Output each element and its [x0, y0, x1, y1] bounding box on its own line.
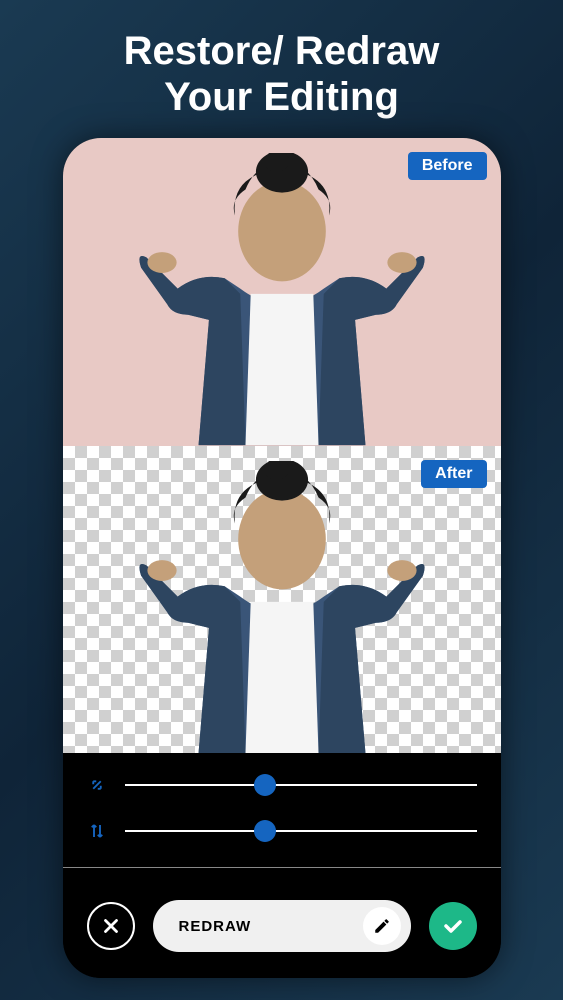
after-image-panel: After	[63, 446, 501, 754]
swap-vertical-icon	[87, 821, 107, 841]
action-bar: REDRAW	[63, 880, 501, 978]
close-icon	[100, 915, 122, 937]
expand-icon	[87, 775, 107, 795]
phone-mockup: Before After	[63, 138, 501, 978]
offset-slider-row	[87, 821, 477, 841]
pencil-icon	[373, 917, 391, 935]
after-badge: After	[421, 460, 486, 488]
headline-line1: Restore/ Redraw	[124, 28, 440, 74]
size-slider-thumb[interactable]	[254, 774, 276, 796]
check-icon	[441, 914, 465, 938]
mode-selector[interactable]: REDRAW	[153, 900, 411, 952]
cancel-button[interactable]	[87, 902, 135, 950]
confirm-button[interactable]	[429, 902, 477, 950]
person-photo-after	[95, 461, 467, 753]
offset-slider-thumb[interactable]	[254, 820, 276, 842]
slider-controls	[63, 753, 501, 880]
before-image-panel: Before	[63, 138, 501, 446]
person-photo-before	[95, 153, 467, 445]
size-slider[interactable]	[125, 784, 477, 786]
edit-icon-wrapper	[363, 907, 401, 945]
size-slider-row	[87, 775, 477, 795]
headline-line2: Your Editing	[124, 74, 440, 120]
promo-headline: Restore/ Redraw Your Editing	[124, 28, 440, 120]
section-divider	[63, 867, 501, 868]
before-badge: Before	[408, 152, 487, 180]
mode-label: REDRAW	[179, 918, 252, 935]
offset-slider[interactable]	[125, 830, 477, 832]
